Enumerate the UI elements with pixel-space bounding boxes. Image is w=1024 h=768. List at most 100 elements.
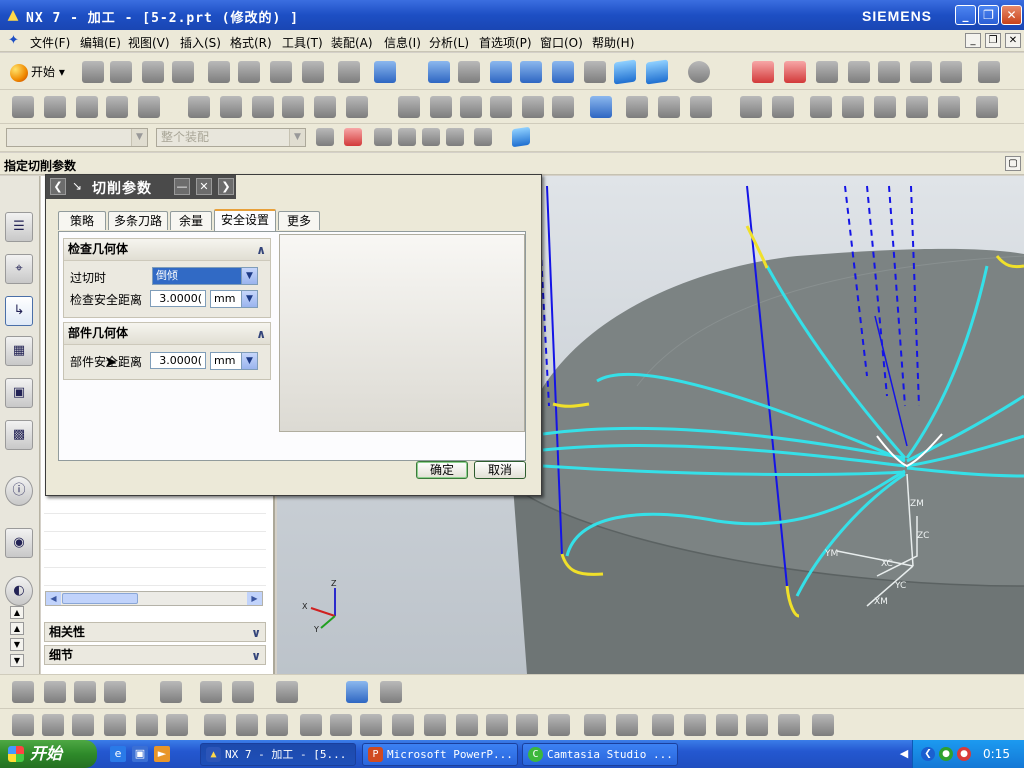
task-nx[interactable]: ▲ NX 7 - 加工 - [5... <box>200 743 356 766</box>
part-clearance-unit-select[interactable]: mm ▼ <box>210 352 258 370</box>
nx-logo-icon[interactable]: ▲ <box>4 6 22 24</box>
list-path-icon[interactable] <box>460 96 482 118</box>
snap-endpoint-icon[interactable] <box>374 128 392 146</box>
trim-body-icon[interactable] <box>204 714 226 736</box>
type-filter-select[interactable]: ▼ <box>6 128 148 147</box>
hd3d-tools-icon[interactable]: ▩ <box>5 420 33 450</box>
mirror-icon[interactable] <box>166 714 188 736</box>
tab-clearances[interactable]: 安全设置 <box>214 209 276 231</box>
curve-icon[interactable] <box>276 681 298 703</box>
wave-icon[interactable] <box>716 714 738 736</box>
point-icon[interactable] <box>232 681 254 703</box>
rib-icon[interactable] <box>516 714 538 736</box>
wrap-icon[interactable] <box>392 714 414 736</box>
revolve-icon[interactable] <box>74 681 96 703</box>
dialog-title-bar[interactable]: ❮ ↘ 切削参数 — ✕ ❯ <box>46 175 236 199</box>
shaded-view-icon[interactable] <box>646 59 668 85</box>
dialog-close-icon[interactable]: ✕ <box>196 178 212 195</box>
paste-object-icon[interactable] <box>282 96 304 118</box>
section-details[interactable]: 细节 ∨ <box>44 645 266 665</box>
promote-icon[interactable] <box>746 714 768 736</box>
dialog-prev-icon[interactable]: ❮ <box>50 178 66 195</box>
synchronous-icon[interactable] <box>812 714 834 736</box>
view-program-icon[interactable] <box>740 96 762 118</box>
wcs-icon[interactable] <box>752 61 774 83</box>
transform-icon[interactable] <box>626 96 648 118</box>
minimize-button[interactable]: _ <box>955 5 976 25</box>
body-icon[interactable] <box>652 714 674 736</box>
navigator-hscrollbar[interactable]: ◀ ▶ <box>45 591 263 606</box>
orient-view-icon[interactable] <box>688 61 710 83</box>
offset-face-icon[interactable] <box>380 681 402 703</box>
view-method-icon[interactable] <box>842 96 864 118</box>
dialog-collapse-icon[interactable]: — <box>174 178 190 195</box>
scroll-up-icon[interactable]: ▲ <box>10 622 24 635</box>
replay-toolpath-icon[interactable] <box>848 61 870 83</box>
sew-icon[interactable] <box>300 714 322 736</box>
menu-insert[interactable]: 插入(S) <box>180 34 221 51</box>
create-method-icon[interactable] <box>106 96 128 118</box>
check-clearance-unit-select[interactable]: mm ▼ <box>210 290 258 308</box>
zoom-in-out-icon[interactable] <box>520 61 542 83</box>
edge-icon[interactable] <box>616 714 638 736</box>
patch-icon[interactable] <box>330 714 352 736</box>
recording-icon[interactable]: ● <box>957 747 971 761</box>
postprocess-icon[interactable] <box>910 61 932 83</box>
mcs-icon[interactable] <box>784 61 806 83</box>
verify-icon[interactable] <box>490 96 512 118</box>
menu-edit[interactable]: 编辑(E) <box>80 34 121 51</box>
menu-format[interactable]: 格式(R) <box>230 34 272 51</box>
scroll-thumb[interactable] <box>62 593 138 604</box>
network-icon[interactable]: ● <box>939 747 953 761</box>
doc-restore-button[interactable]: ❐ <box>985 33 1001 48</box>
constraint-navigator-icon[interactable]: ⌖ <box>5 254 33 284</box>
restore-button[interactable]: ❐ <box>978 5 999 25</box>
copy-icon[interactable] <box>238 61 260 83</box>
doc-close-button[interactable]: ✕ <box>1005 33 1021 48</box>
split-body-icon[interactable] <box>236 714 258 736</box>
zoom-window-icon[interactable] <box>458 61 480 83</box>
print-icon[interactable] <box>172 61 194 83</box>
ie-icon[interactable]: e <box>110 746 126 762</box>
emboss-icon[interactable] <box>424 714 446 736</box>
create-tool-icon[interactable] <box>44 96 66 118</box>
windows-start-button[interactable]: 开始 <box>0 740 97 768</box>
chain-icon[interactable] <box>200 681 222 703</box>
generate-toolpath-icon[interactable] <box>816 61 838 83</box>
paste-icon[interactable] <box>270 61 292 83</box>
group-part-geometry-header[interactable]: 部件几何体 ∧ <box>64 323 270 345</box>
snap-point-icon[interactable] <box>344 128 362 146</box>
measure-icon[interactable] <box>978 61 1000 83</box>
filter-settings-icon[interactable] <box>316 128 334 146</box>
groove-icon[interactable] <box>456 714 478 736</box>
rectangle-select-icon[interactable] <box>474 128 492 146</box>
perspective-icon[interactable] <box>614 59 636 85</box>
delete-object-icon[interactable] <box>314 96 336 118</box>
delete-icon[interactable] <box>302 61 324 83</box>
zoom-icon[interactable] <box>490 61 512 83</box>
tray-expand-icon[interactable]: ◀ <box>896 746 912 762</box>
output-icon[interactable] <box>590 96 612 118</box>
ok-button[interactable]: 确定 <box>416 461 468 479</box>
show-desktop-icon[interactable]: ▣ <box>132 746 148 762</box>
system-menu-icon[interactable]: ✦ <box>8 33 24 49</box>
shop-doc-icon[interactable] <box>940 61 962 83</box>
menu-view[interactable]: 视图(V) <box>128 34 170 51</box>
boolean-icon[interactable] <box>346 681 368 703</box>
rename-object-icon[interactable] <box>346 96 368 118</box>
edit-object-icon[interactable] <box>188 96 210 118</box>
scale-icon[interactable] <box>360 714 382 736</box>
maximize-graphics-button[interactable]: ▢ <box>1005 156 1021 171</box>
close-button[interactable]: ✕ <box>1001 5 1022 25</box>
copy-object-icon[interactable] <box>252 96 274 118</box>
find-icon[interactable] <box>874 96 896 118</box>
hole-icon[interactable] <box>104 681 126 703</box>
layer-icon[interactable] <box>938 96 960 118</box>
draft-icon[interactable] <box>104 714 126 736</box>
menu-window[interactable]: 窗口(O) <box>540 34 583 51</box>
scroll-top-icon[interactable]: ▲ <box>10 606 24 619</box>
create-geometry-icon[interactable] <box>76 96 98 118</box>
scroll-right-icon[interactable]: ▶ <box>247 592 262 605</box>
cut-object-icon[interactable] <box>220 96 242 118</box>
cut-icon[interactable] <box>208 61 230 83</box>
